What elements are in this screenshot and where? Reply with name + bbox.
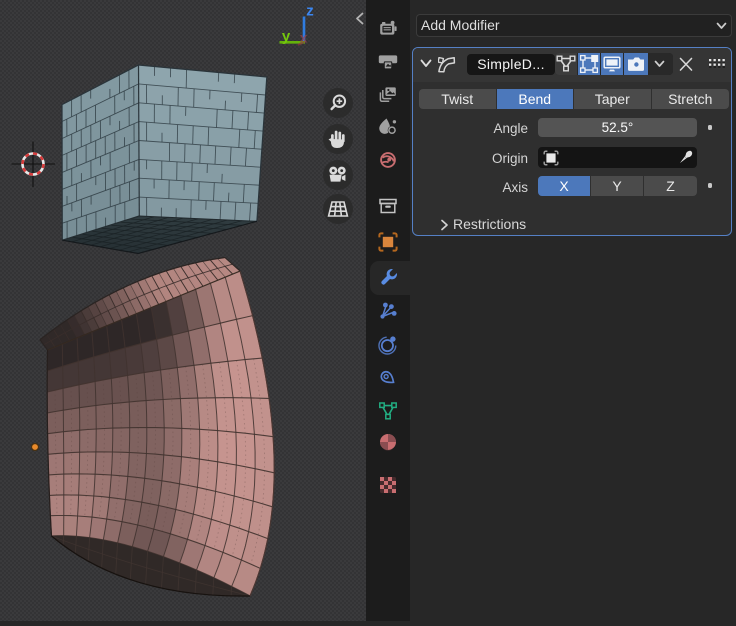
svg-text:y: y — [282, 28, 291, 45]
svg-text:z: z — [306, 3, 314, 20]
svg-text:x: x — [300, 30, 308, 46]
